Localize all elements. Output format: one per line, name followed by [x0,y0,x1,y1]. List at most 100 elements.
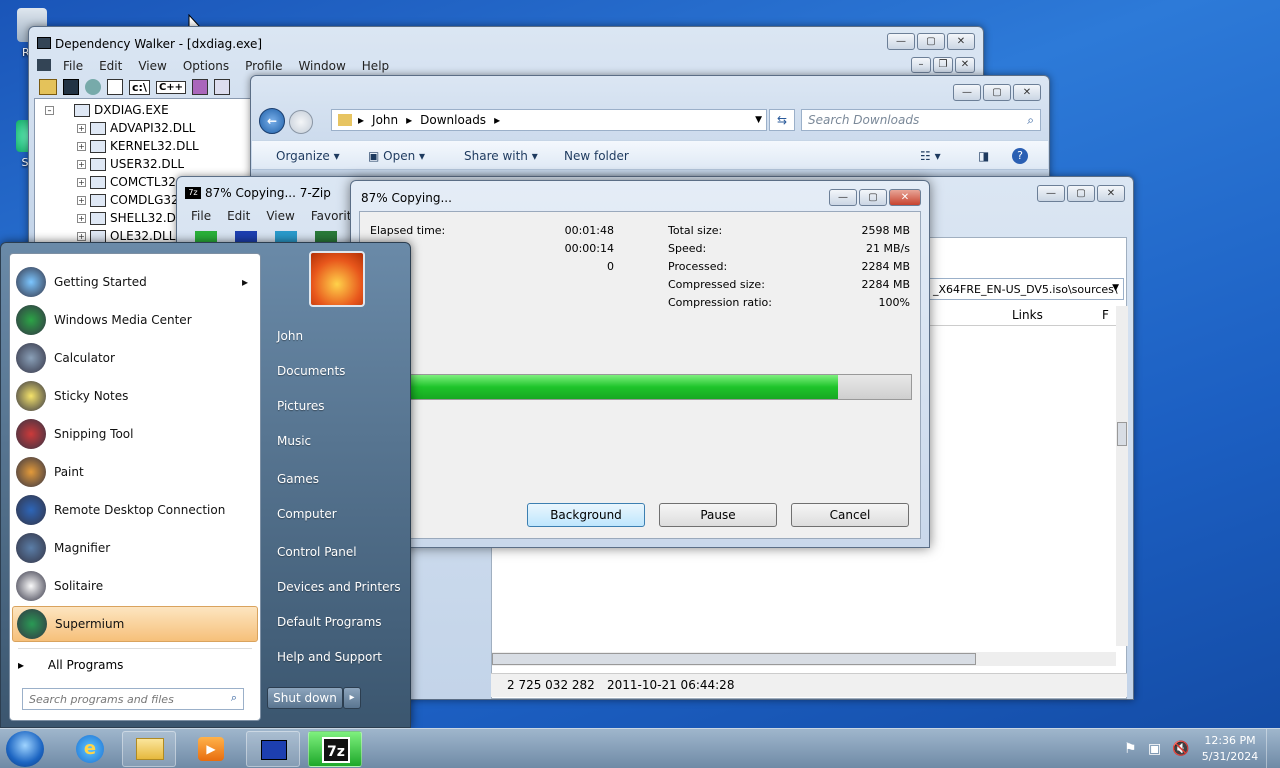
cpp-toolbar-button[interactable]: C++ [155,80,187,94]
depwalker-menu-help[interactable]: Help [354,57,397,75]
depwalker-menu-view[interactable]: View [130,57,174,75]
tree-item[interactable]: + OLE32.DLL [77,229,175,243]
media-player-icon[interactable]: ▶ [198,737,224,761]
path-field[interactable]: _X64FRE_EN-US_DV5.iso\sources\ ▼ [928,278,1124,300]
sevenzip-menu-edit[interactable]: Edit [219,207,258,225]
depwalker-menu-window[interactable]: Window [290,57,353,75]
maximize-button[interactable]: ▢ [917,33,945,50]
expand-icon[interactable]: + [77,159,86,169]
depwalker-menu-edit[interactable]: Edit [91,57,130,75]
user-picture[interactable] [309,251,365,307]
tray-clock[interactable]: 12:36 PM 5/31/2024 [1198,733,1262,765]
sz-close-button[interactable]: ✕ [1097,185,1125,202]
program-remote-desktop-connection[interactable]: Remote Desktop Connection [12,492,258,528]
start-right-control-panel[interactable]: Control Panel [277,545,357,559]
save-icon[interactable] [63,79,79,95]
expand-icon[interactable]: + [77,141,86,151]
tree-item[interactable]: + KERNEL32.DLL [77,139,199,153]
address-dropdown-icon[interactable]: ▼ [755,115,762,125]
open-button[interactable]: ▣ Open ▾ [368,149,425,163]
explorer-minimize-button[interactable]: — [953,84,981,101]
tree-root[interactable]: – DXDIAG.EXE [45,103,169,117]
help-icon[interactable]: ? [1012,148,1028,164]
open-folder-icon[interactable] [39,79,57,95]
progress-minimize-button[interactable]: — [829,189,857,206]
shutdown-button[interactable]: Shut down [267,687,343,709]
cancel-button[interactable]: Cancel [791,503,909,527]
explorer-close-button[interactable]: ✕ [1013,84,1041,101]
start-right-documents[interactable]: Documents [277,364,345,378]
program-snipping-tool[interactable]: Snipping Tool [12,416,258,452]
shutdown-options-button[interactable]: ▸ [343,687,361,709]
start-right-music[interactable]: Music [277,434,311,448]
progress-maximize-button[interactable]: ▢ [859,189,887,206]
mdi-restore-button[interactable]: ❐ [933,57,953,73]
start-right-pictures[interactable]: Pictures [277,399,325,413]
sevenzip-menu-file[interactable]: File [183,207,219,225]
sevenzip-taskbar-button[interactable]: 7z [308,731,362,767]
minimize-button[interactable]: — [887,33,915,50]
breadcrumb-john[interactable]: John [372,113,398,127]
program-sticky-notes[interactable]: Sticky Notes [12,378,258,414]
program-calculator[interactable]: Calculator [12,340,258,376]
start-right-john[interactable]: John [277,329,303,343]
start-right-default-programs[interactable]: Default Programs [277,615,382,629]
start-right-help-and-support[interactable]: Help and Support [277,650,382,664]
internet-explorer-icon[interactable]: e [76,735,104,763]
start-orb-icon[interactable] [6,731,44,767]
organize-button[interactable]: Organize ▾ [276,149,340,163]
back-button[interactable]: ← [259,108,285,134]
progress-close-button[interactable]: ✕ [889,189,921,206]
start-right-devices-and-printers[interactable]: Devices and Printers [277,580,401,594]
depwalker-menu-profile[interactable]: Profile [237,57,290,75]
preview-pane-icon[interactable]: ◨ [978,149,989,163]
expand-icon[interactable]: + [77,195,86,205]
links-column[interactable]: Links [1012,308,1043,322]
tree-item[interactable]: + ADVAPI32.DLL [77,121,195,135]
forward-button[interactable] [289,110,313,134]
show-desktop-button[interactable] [1266,729,1280,768]
sz-minimize-button[interactable]: — [1037,185,1065,202]
depwalker-taskbar-button[interactable] [246,731,300,767]
program-paint[interactable]: Paint [12,454,258,490]
start-right-computer[interactable]: Computer [277,507,337,521]
tree-item[interactable]: + SHELL32.DLL [77,211,189,225]
close-button[interactable]: ✕ [947,33,975,50]
all-programs-button[interactable]: ▸ All Programs [18,658,123,672]
program-magnifier[interactable]: Magnifier [12,530,258,566]
program-getting-started[interactable]: Getting Started ▸ [12,264,258,300]
breadcrumb-downloads[interactable]: Downloads [420,113,486,127]
tree-view-icon[interactable] [107,79,123,95]
address-bar[interactable]: ▸ John ▸ Downloads ▸ ▼ [331,109,767,131]
refresh-button[interactable]: ⇆ [769,109,795,131]
search-box[interactable]: Search Downloads ⌕ [801,109,1041,131]
profile-icon[interactable] [192,79,209,95]
view-options-icon[interactable]: ☷ ▾ [920,149,941,163]
start-right-games[interactable]: Games [277,472,319,486]
mdi-minimize-button[interactable]: – [911,57,931,73]
depwalker-menu-file[interactable]: File [55,57,91,75]
find-icon[interactable] [85,79,101,95]
start-search-box[interactable]: Search programs and files ⌕ [22,688,244,710]
sz-maximize-button[interactable]: ▢ [1067,185,1095,202]
explorer-taskbar-button[interactable] [122,731,176,767]
program-windows-media-center[interactable]: Windows Media Center [12,302,258,338]
mdi-close-button[interactable]: ✕ [955,57,975,73]
pause-button[interactable]: Pause [659,503,777,527]
explorer-maximize-button[interactable]: ▢ [983,84,1011,101]
program-solitaire[interactable]: Solitaire [12,568,258,604]
path-dropdown-icon[interactable]: ▼ [1112,283,1119,293]
path-toolbar-button[interactable]: c:\ [129,79,150,95]
f-column[interactable]: F [1102,308,1109,322]
tray-volume-muted-icon[interactable]: 🔇 [1172,741,1189,757]
tree-item[interactable]: + USER32.DLL [77,157,184,171]
expand-icon[interactable]: + [77,177,86,187]
share-with-button[interactable]: Share with ▾ [464,149,538,163]
module-icon[interactable] [214,79,231,95]
new-folder-button[interactable]: New folder [564,149,629,163]
tray-network-icon[interactable]: ▣ [1148,741,1161,757]
background-button[interactable]: Background [527,503,645,527]
tray-flag-icon[interactable]: ⚑ [1124,741,1137,757]
expand-icon[interactable]: + [77,123,86,133]
hscroll-thumb[interactable] [492,653,976,665]
